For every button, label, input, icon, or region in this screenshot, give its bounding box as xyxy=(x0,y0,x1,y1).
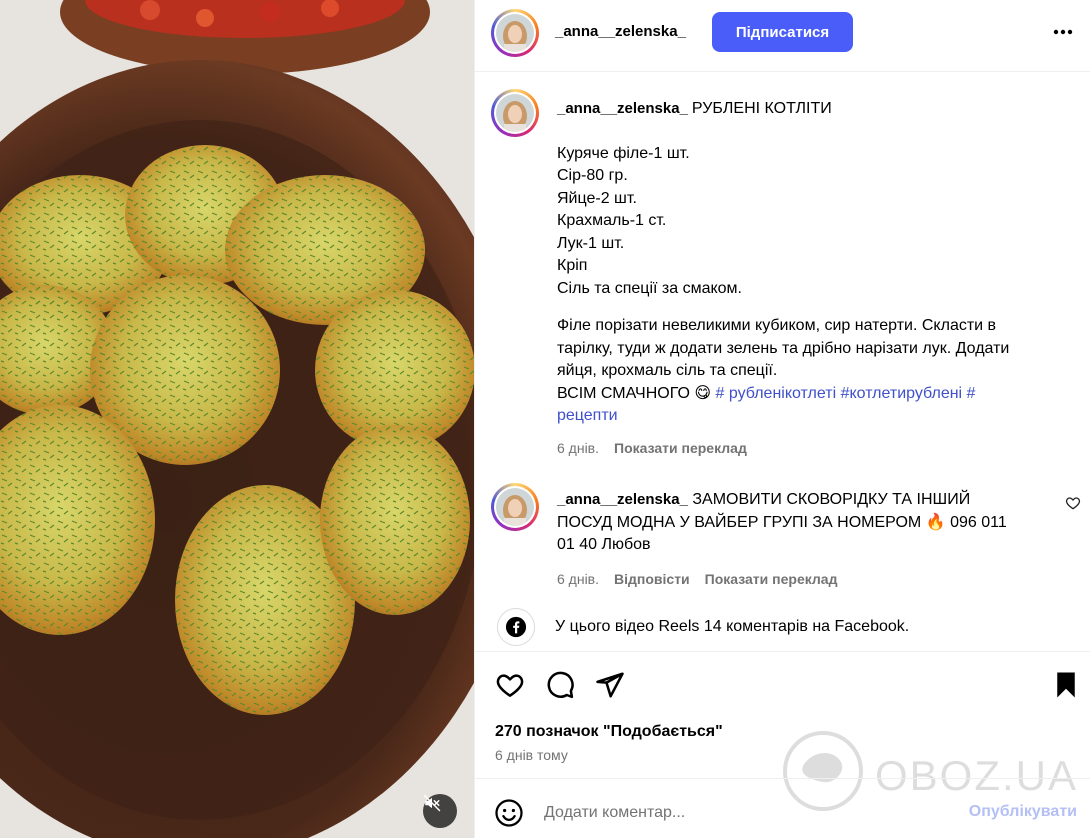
post-details-panel: _anna__zelenska_ Підписатися _anna__zele… xyxy=(474,0,1090,838)
method-line: тарілку, туди ж додати зелень та дрібно … xyxy=(557,339,1010,357)
comments-scroll-area[interactable]: _anna__zelenska_ РУБЛЕНІ КОТЛІТИ Куряче ф… xyxy=(475,73,1090,651)
like-comment-heart-icon[interactable] xyxy=(1065,495,1081,511)
ingredient-line: Крахмаль-1 ст. xyxy=(557,212,667,229)
follow-button[interactable]: Підписатися xyxy=(712,12,853,52)
more-options-button[interactable] xyxy=(1051,20,1075,44)
caption-title-text: РУБЛЕНІ КОТЛІТИ xyxy=(691,100,832,117)
avatar[interactable] xyxy=(491,89,539,137)
avatar[interactable] xyxy=(491,9,539,57)
speaker-muted-icon xyxy=(423,794,441,812)
like-heart-icon[interactable] xyxy=(495,670,525,700)
comment-meta: 6 днів. Відповісти Показати переклад xyxy=(557,568,1047,591)
emoji-smiley-icon[interactable] xyxy=(494,798,524,828)
ingredient-line: Лук-1 шт. xyxy=(557,234,625,252)
caption-title: _anna__zelenska_ РУБЛЕНІ КОТЛІТИ xyxy=(557,98,1047,121)
avatar[interactable] xyxy=(491,483,539,531)
instagram-post-view: _anna__zelenska_ Підписатися _anna__zele… xyxy=(0,0,1090,838)
method-line: Філе порізати невеликими кубиком, сир на… xyxy=(557,317,997,334)
post-actions: 270 позначок "Подобається" 6 днів тому O… xyxy=(475,651,1090,811)
username[interactable]: _anna__zelenska_ xyxy=(555,23,686,40)
comment-text: 096 011 xyxy=(950,513,1007,531)
caption-entry: _anna__zelenska_ РУБЛЕНІ КОТЛІТИ Куряче ф… xyxy=(491,89,1081,469)
ingredient-line: Сір-80 гр. xyxy=(557,167,628,184)
comment-body: _anna__zelenska_ ЗАМОВИТИ СКОВОРІДКУ ТА … xyxy=(557,489,1047,590)
cutlets-photo xyxy=(0,0,474,838)
translate-link[interactable]: Показати переклад xyxy=(705,568,838,591)
comment-bubble-icon[interactable] xyxy=(545,670,575,700)
yum-emoji: 😋 xyxy=(694,384,712,402)
caption-username[interactable]: _anna__zelenska_ xyxy=(557,100,688,117)
more-icon xyxy=(1053,29,1073,35)
post-header: _anna__zelenska_ Підписатися xyxy=(475,0,1090,72)
post-media[interactable] xyxy=(0,0,474,838)
method-line: яйця, крохмаль сіль та спеції. xyxy=(557,362,778,379)
comment-text: ЗАМОВИТИ СКОВОРІДКУ ТА ІНШИЙ xyxy=(692,491,971,508)
post-time[interactable]: 6 днів тому xyxy=(495,747,568,763)
comment-line: 01 40 Любов xyxy=(557,536,651,553)
closing-text: ВСІМ СМАЧНОГО xyxy=(557,384,690,402)
ingredient-line: Сіль та спеції за смаком. xyxy=(557,279,742,297)
comment-username[interactable]: _anna__zelenska_ xyxy=(557,491,688,508)
facebook-icon xyxy=(505,616,527,638)
hashtag-recipes[interactable]: рецепти xyxy=(557,405,1047,428)
facebook-note-text: У цього відео Reels 14 коментарів на Fac… xyxy=(555,618,910,635)
hashtags[interactable]: # рубленікотлеті #котлетирублені # xyxy=(716,385,976,402)
comment-text: ПОСУД МОДНА У ВАЙБЕР ГРУПІ ЗА НОМЕРОМ xyxy=(557,513,922,531)
comment-time: 6 днів. xyxy=(557,570,600,587)
comment-line: _anna__zelenska_ ЗАМОВИТИ СКОВОРІДКУ ТА … xyxy=(557,489,1047,512)
share-paper-plane-icon[interactable] xyxy=(595,670,625,700)
profile-photo xyxy=(496,488,534,526)
mute-button[interactable] xyxy=(423,794,457,828)
add-comment-bar: Опублікувати xyxy=(475,778,1090,838)
profile-photo xyxy=(496,14,534,52)
caption-body: _anna__zelenska_ РУБЛЕНІ КОТЛІТИ Куряче ф… xyxy=(557,98,1047,459)
facebook-icon-wrap xyxy=(497,608,535,646)
caption-time: 6 днів. xyxy=(557,439,600,456)
translate-link[interactable]: Показати переклад xyxy=(614,437,747,460)
facebook-comments-note: У цього відео Reels 14 коментарів на Fac… xyxy=(497,608,1087,646)
ingredient-line: Кріп xyxy=(557,257,588,274)
profile-photo xyxy=(496,94,534,132)
comment-line: ПОСУД МОДНА У ВАЙБЕР ГРУПІ ЗА НОМЕРОМ 🔥 … xyxy=(557,512,1047,535)
comment-entry: _anna__zelenska_ ЗАМОВИТИ СКОВОРІДКУ ТА … xyxy=(491,483,1081,593)
caption-meta: 6 днів. Показати переклад xyxy=(557,437,1047,460)
publish-button[interactable]: Опублікувати xyxy=(969,803,1077,821)
fire-emoji: 🔥 xyxy=(925,513,946,531)
reply-link[interactable]: Відповісти xyxy=(614,568,690,591)
ingredient-line: Яйце-2 шт. xyxy=(557,189,637,207)
closing-line: ВСІМ СМАЧНОГО 😋 # рубленікотлеті #котлет… xyxy=(557,383,1047,406)
ingredient-line: Куряче філе-1 шт. xyxy=(557,144,690,162)
saved-bookmark-icon[interactable] xyxy=(1051,670,1081,700)
likes-count[interactable]: 270 позначок "Подобається" xyxy=(495,723,723,741)
comment-input[interactable] xyxy=(544,800,944,826)
